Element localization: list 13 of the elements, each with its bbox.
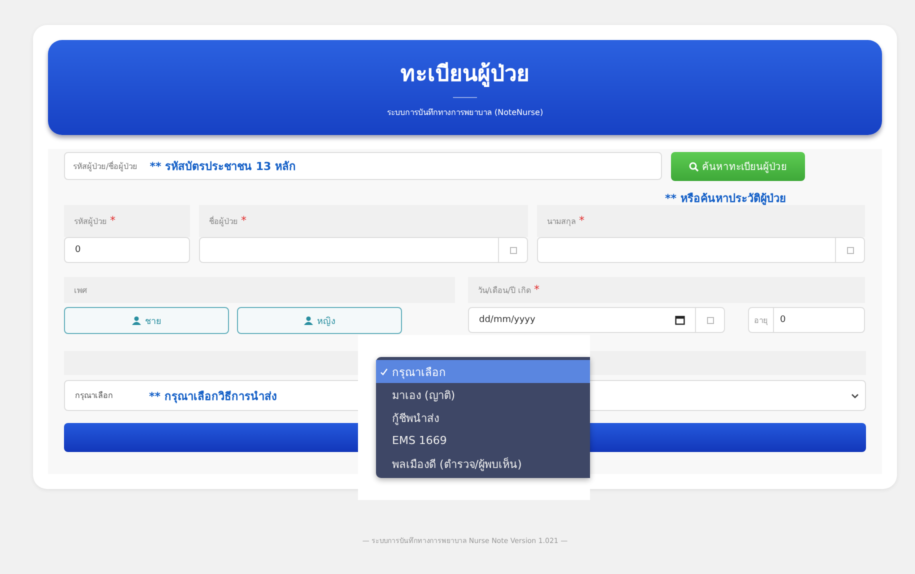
transport-hint: ** กรุณาเลือกวิธีการนำส่ง xyxy=(149,388,276,404)
field-value: 0 xyxy=(75,245,81,255)
gender-label: เพศ xyxy=(74,284,87,296)
search-hint: ** รหัสบัตรประชาชน 13 หลัก xyxy=(150,159,296,175)
page-title: ทะเบียนผู้ป่วย xyxy=(400,61,530,89)
field-label: รหัสผู้ป่วย * xyxy=(74,214,116,228)
page-subtitle: ระบบการบันทึกทางการพยาบาล (NoteNurse) xyxy=(386,107,544,119)
search-placeholder: รหัสผู้ป่วย/ชื่อผู้ป่วย xyxy=(73,160,138,172)
select-value: กรุณาเลือก xyxy=(75,390,113,402)
search-note: ** หรือค้นหาประวัติผู้ป่วย xyxy=(665,191,786,207)
birth-date-label: วัน/เดือน/ปี เกิด * xyxy=(478,283,540,297)
field-label: ชื่อผู้ป่วย * xyxy=(209,214,246,228)
field-label: นามสกุล * xyxy=(547,214,584,228)
